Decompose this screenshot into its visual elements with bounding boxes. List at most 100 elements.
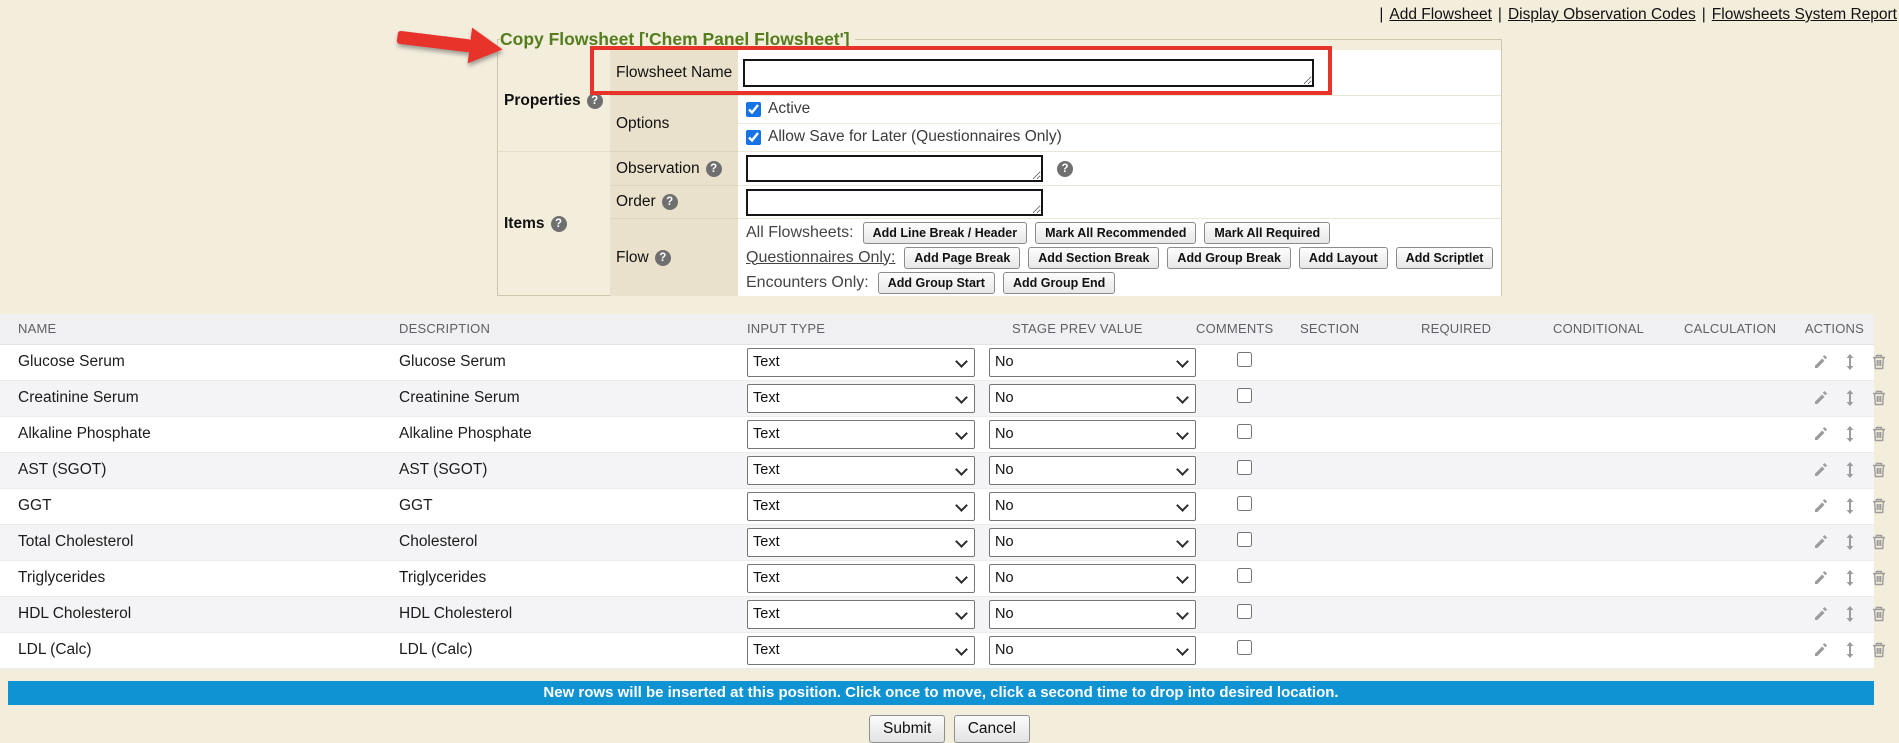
nav-link-display-observation-codes[interactable]: Display Observation Codes [1508, 6, 1696, 23]
cancel-button[interactable]: Cancel [954, 715, 1030, 743]
move-vertical-icon[interactable] [1844, 354, 1856, 370]
pencil-icon[interactable] [1813, 642, 1829, 658]
trash-icon[interactable] [1872, 426, 1886, 442]
options-label-text: Options [616, 115, 669, 133]
input-type-select[interactable]: Text [747, 384, 975, 413]
add-scriptlet-button[interactable]: Add Scriptlet [1396, 247, 1494, 269]
input-type-select[interactable]: Text [747, 420, 975, 449]
input-type-select[interactable]: Text [747, 492, 975, 521]
stage-prev-value-select[interactable]: No [989, 636, 1196, 665]
add-group-start-button[interactable]: Add Group Start [878, 272, 995, 294]
comments-checkbox[interactable] [1237, 460, 1252, 475]
nav-link-add-flowsheet[interactable]: Add Flowsheet [1389, 6, 1492, 23]
pencil-icon[interactable] [1813, 390, 1829, 406]
help-icon[interactable]: ? [1057, 161, 1073, 177]
move-vertical-icon[interactable] [1844, 462, 1856, 478]
stage-prev-value-select[interactable]: No [989, 420, 1196, 449]
comments-checkbox[interactable] [1237, 568, 1252, 583]
help-icon[interactable]: ? [551, 216, 567, 232]
conditional-cell [1549, 524, 1680, 560]
pencil-icon[interactable] [1813, 354, 1829, 370]
item-name: Glucose Serum [0, 344, 381, 380]
insert-position-bar[interactable]: New rows will be inserted at this positi… [8, 681, 1874, 705]
comments-checkbox[interactable] [1237, 604, 1252, 619]
move-vertical-icon[interactable] [1844, 390, 1856, 406]
required-cell [1417, 452, 1549, 488]
items-table: NAME DESCRIPTION INPUT TYPE STAGE PREV V… [0, 314, 1874, 669]
table-row: Creatinine Serum Creatinine Serum Text N… [0, 380, 1874, 416]
allow-save-checkbox[interactable] [746, 130, 761, 145]
add-layout-button[interactable]: Add Layout [1299, 247, 1388, 269]
submit-button[interactable]: Submit [869, 715, 945, 743]
input-type-select[interactable]: Text [747, 528, 975, 557]
input-type-select[interactable]: Text [747, 636, 975, 665]
table-header-row: NAME DESCRIPTION INPUT TYPE STAGE PREV V… [0, 314, 1874, 344]
comments-checkbox[interactable] [1237, 388, 1252, 403]
trash-icon[interactable] [1872, 606, 1886, 622]
col-header-description: DESCRIPTION [381, 314, 729, 344]
move-vertical-icon[interactable] [1844, 606, 1856, 622]
conditional-cell [1549, 416, 1680, 452]
input-type-select[interactable]: Text [747, 348, 975, 377]
comments-checkbox[interactable] [1237, 496, 1252, 511]
trash-icon[interactable] [1872, 642, 1886, 658]
trash-icon[interactable] [1872, 534, 1886, 550]
mark-all-recommended-button[interactable]: Mark All Recommended [1035, 222, 1196, 244]
conditional-cell [1549, 632, 1680, 668]
pencil-icon[interactable] [1813, 498, 1829, 514]
order-input[interactable] [746, 189, 1043, 216]
move-vertical-icon[interactable] [1844, 534, 1856, 550]
input-type-select-wrap: Text [747, 528, 975, 557]
flowsheet-name-input[interactable] [743, 59, 1314, 87]
comments-checkbox[interactable] [1237, 352, 1252, 367]
comments-checkbox[interactable] [1237, 640, 1252, 655]
add-group-break-button[interactable]: Add Group Break [1167, 247, 1291, 269]
stage-prev-value-select[interactable]: No [989, 492, 1196, 521]
trash-icon[interactable] [1872, 390, 1886, 406]
stage-prev-value-select[interactable]: No [989, 600, 1196, 629]
move-vertical-icon[interactable] [1844, 570, 1856, 586]
trash-icon[interactable] [1872, 354, 1886, 370]
calculation-cell [1680, 452, 1798, 488]
move-vertical-icon[interactable] [1844, 642, 1856, 658]
observation-input[interactable] [746, 155, 1043, 182]
add-section-break-button[interactable]: Add Section Break [1028, 247, 1159, 269]
stage-prev-value-select[interactable]: No [989, 348, 1196, 377]
add-page-break-button[interactable]: Add Page Break [904, 247, 1020, 269]
stage-prev-value-select[interactable]: No [989, 384, 1196, 413]
input-type-select[interactable]: Text [747, 600, 975, 629]
pencil-icon[interactable] [1813, 426, 1829, 442]
help-icon[interactable]: ? [587, 93, 603, 109]
pencil-icon[interactable] [1813, 606, 1829, 622]
input-type-select[interactable]: Text [747, 456, 975, 485]
calculation-cell [1680, 380, 1798, 416]
pencil-icon[interactable] [1813, 534, 1829, 550]
move-vertical-icon[interactable] [1844, 498, 1856, 514]
comments-checkbox[interactable] [1237, 424, 1252, 439]
help-icon[interactable]: ? [655, 250, 671, 266]
trash-icon[interactable] [1872, 570, 1886, 586]
col-header-section: SECTION [1296, 314, 1417, 344]
pencil-icon[interactable] [1813, 462, 1829, 478]
help-icon[interactable]: ? [662, 194, 678, 210]
add-line-break-header-button[interactable]: Add Line Break / Header [863, 222, 1028, 244]
trash-icon[interactable] [1872, 498, 1886, 514]
pencil-icon[interactable] [1813, 570, 1829, 586]
conditional-cell [1549, 380, 1680, 416]
stage-prev-value-select[interactable]: No [989, 564, 1196, 593]
stage-prev-value-select-wrap: No [989, 564, 1196, 593]
trash-icon[interactable] [1872, 462, 1886, 478]
input-type-select[interactable]: Text [747, 564, 975, 593]
mark-all-required-button[interactable]: Mark All Required [1204, 222, 1330, 244]
items-label-text: Items [504, 215, 545, 233]
page-title: Copy Flowsheet ['Chem Panel Flowsheet'] [500, 29, 855, 50]
move-vertical-icon[interactable] [1844, 426, 1856, 442]
add-group-end-button[interactable]: Add Group End [1003, 272, 1115, 294]
flowsheet-name-label: Flowsheet Name [610, 50, 738, 96]
nav-link-flowsheets-system-report[interactable]: Flowsheets System Report [1712, 6, 1897, 23]
stage-prev-value-select[interactable]: No [989, 528, 1196, 557]
active-checkbox[interactable] [746, 102, 761, 117]
stage-prev-value-select[interactable]: No [989, 456, 1196, 485]
comments-checkbox[interactable] [1237, 532, 1252, 547]
help-icon[interactable]: ? [706, 161, 722, 177]
